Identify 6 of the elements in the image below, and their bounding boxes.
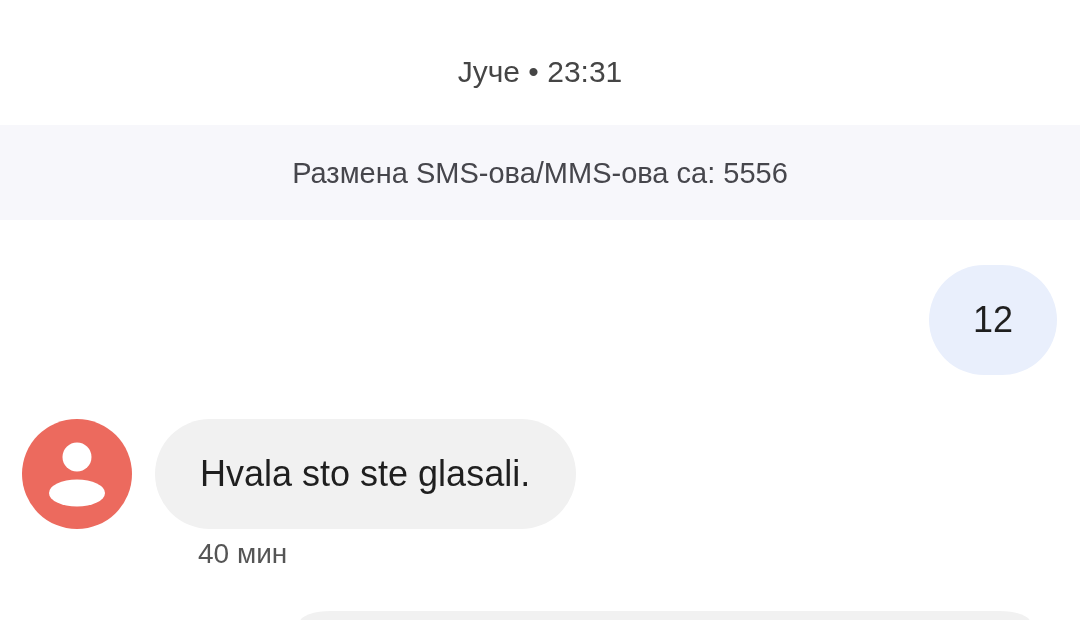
message-bubble: Hvala sto ste glasali. (155, 419, 577, 529)
message-bubble: 12 (928, 265, 1057, 375)
timestamp: 40 мин (198, 538, 288, 570)
date-label: Јуче • 23:31 (457, 54, 623, 90)
banner-text: Размена SMS-ова/MMS-ова са: 5556 (292, 155, 788, 191)
avatar-icon (22, 419, 132, 529)
